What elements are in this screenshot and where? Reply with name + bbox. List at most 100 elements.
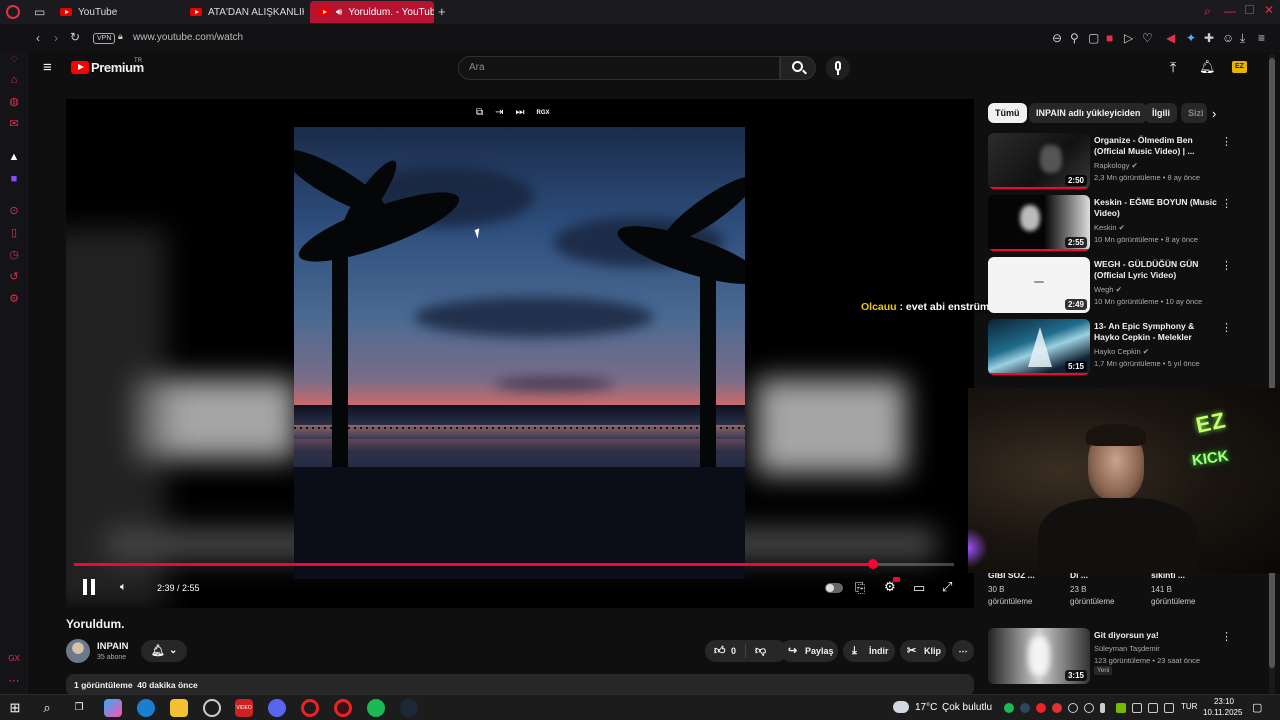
clock-icon[interactable]: ◷ — [7, 248, 21, 262]
avatar[interactable]: EZ — [1232, 61, 1247, 73]
search-button[interactable] — [780, 56, 816, 80]
subtitles-icon[interactable]: ⎘ — [855, 581, 865, 594]
opera-tray-icon[interactable] — [1036, 703, 1046, 713]
rec-channel[interactable]: Rapkology ✔︎ — [1094, 161, 1138, 170]
rec-title[interactable]: Git diyorsun ya! — [1094, 630, 1220, 641]
opera-icon[interactable] — [301, 699, 319, 717]
enter-icon[interactable]: ⇥ — [495, 107, 503, 118]
clock-date[interactable]: 10.11.2025 — [1203, 708, 1242, 717]
fullscreen-icon[interactable]: ⤢ — [942, 580, 952, 593]
pip-icon[interactable]: ⧉ — [476, 107, 483, 118]
video-thumbnail[interactable]: 3:15 — [988, 628, 1090, 684]
speaker-icon[interactable]: ◀ — [1166, 32, 1175, 44]
tab-youtube[interactable]: YouTube — [52, 1, 180, 23]
recommendation-item[interactable]: 2:49 WEGH - GÜLDÜĞÜN GÜN (Official Lyric… — [988, 257, 1278, 315]
rec-channel[interactable]: Hayko Cepkin ✔︎ — [1094, 347, 1149, 356]
aria-icon[interactable]: ◌ — [7, 52, 21, 66]
network-tray-icon[interactable] — [1068, 703, 1078, 713]
url-field[interactable]: www.youtube.com/watch — [133, 32, 243, 43]
search-input[interactable]: Ara — [458, 56, 780, 80]
discord-icon[interactable] — [268, 699, 286, 717]
chip-for-you[interactable]: Sizi — [1181, 103, 1207, 123]
pin-icon[interactable]: ⚲ — [1070, 32, 1079, 44]
file-explorer-icon[interactable] — [170, 699, 188, 717]
video-thumbnail[interactable]: 5:15 — [988, 319, 1090, 375]
back-icon[interactable]: ‹ — [36, 32, 40, 44]
tray-icon[interactable] — [1132, 703, 1142, 713]
rec-channel[interactable]: Wegh ✔︎ — [1094, 285, 1122, 294]
youtube-logo-icon[interactable] — [71, 61, 89, 74]
video-player[interactable]: ⧉ ⇥ ⏭︎ RGX 🔈︎ 2:39 / 2:55 ⎘ ⚙ ▭ ⤢ — [66, 99, 974, 608]
channel-avatar[interactable] — [66, 639, 90, 663]
more-options-icon[interactable]: ⋮ — [1221, 321, 1232, 334]
more-options-icon[interactable]: ⋮ — [1221, 630, 1232, 643]
short-item[interactable]: Di ... 23 B görüntüleme — [1070, 570, 1130, 606]
copilot-icon[interactable] — [104, 699, 122, 717]
rec-channel[interactable]: Süleyman Taşdemir — [1094, 644, 1160, 653]
video-thumbnail[interactable]: 2:49 — [988, 257, 1090, 313]
recommendation-item[interactable]: 3:15 Git diyorsun ya! Süleyman Taşdemir … — [988, 628, 1278, 686]
tab-switcher-icon[interactable]: ▭ — [34, 6, 45, 18]
download-button[interactable]: ⤓ İndir — [843, 640, 895, 662]
history-icon[interactable]: ⊙ — [7, 204, 21, 218]
autoplay-toggle[interactable] — [825, 583, 843, 593]
tray-icon[interactable] — [1164, 703, 1174, 713]
rec-title[interactable]: 13- An Epic Symphony & Hayko Cepkin - Me… — [1094, 321, 1220, 343]
task-view-icon[interactable]: ❐ — [70, 699, 88, 717]
lock-icon[interactable]: 🔒︎ — [118, 32, 123, 41]
snapshot-icon[interactable]: ▢ — [1088, 32, 1099, 44]
description-box[interactable]: 1 görüntüleme 40 dakika önce — [66, 674, 974, 694]
profile-icon[interactable]: ☺ — [1222, 32, 1234, 44]
short-item[interactable]: sıkıntı ... 141 B görüntüleme — [1151, 570, 1211, 606]
tray-icon[interactable] — [1148, 703, 1158, 713]
more-options-icon[interactable]: ⋮ — [1221, 197, 1232, 210]
clock-time[interactable]: 23:10 — [1212, 697, 1234, 706]
minimize-icon[interactable]: — — [1224, 5, 1236, 17]
tab-ata[interactable]: ATA'DAN ALIŞKANLIK | M — [182, 1, 304, 23]
search-tabs-icon[interactable]: ⌕ — [1204, 5, 1211, 17]
bookmark-icon[interactable]: ▯ — [7, 226, 21, 240]
notification-center-icon[interactable]: ▢ — [1252, 701, 1262, 714]
mail-icon[interactable]: ✉ — [7, 117, 21, 131]
weather-cloud-icon[interactable] — [893, 701, 909, 713]
microphone-tray-icon[interactable] — [1100, 703, 1105, 713]
opera-gx-icon[interactable] — [334, 699, 352, 717]
close-icon[interactable]: ✕ — [1264, 4, 1274, 16]
forward-icon[interactable]: › — [54, 32, 58, 44]
weather-temperature[interactable]: 17°C — [915, 702, 937, 713]
chip-uploader[interactable]: INPAIN adlı yükleyiciden — [1029, 103, 1148, 123]
reload-icon[interactable]: ↻ — [70, 31, 80, 43]
more-options-icon[interactable]: ⋮ — [1221, 259, 1232, 272]
speaker-icon[interactable]: 🔊︎ — [336, 7, 342, 18]
recommendation-item[interactable]: 2:50 Organize - Ölmedim Ben (Official Mu… — [988, 133, 1278, 191]
more-options-icon[interactable]: ⋮ — [1221, 135, 1232, 148]
recommendation-item[interactable]: 5:15 13- An Epic Symphony & Hayko Cepkin… — [988, 319, 1278, 377]
steam-icon[interactable] — [400, 699, 418, 717]
next-track-icon[interactable]: ⏭︎ — [516, 107, 525, 118]
progress-bar[interactable] — [74, 559, 954, 569]
rec-title[interactable]: Keskin - EĞME BOYUN (Music Video) — [1094, 197, 1220, 219]
maximize-icon[interactable]: ☐ — [1244, 4, 1255, 16]
player-icon[interactable]: ▷ — [1124, 32, 1133, 44]
video-thumbnail[interactable]: 2:55 — [988, 195, 1090, 251]
short-item[interactable]: GIBI SÖZ ... 30 B görüntüleme — [988, 570, 1048, 606]
like-button[interactable]: 👍︎ — [714, 640, 726, 662]
messenger-icon[interactable]: ◍ — [7, 95, 21, 109]
bag-icon[interactable]: ⌂ — [7, 73, 21, 87]
extension-icon[interactable]: ✦ — [1186, 32, 1196, 44]
heart-icon[interactable]: ♡ — [1142, 32, 1153, 44]
menu-icon[interactable]: ≡ — [1258, 32, 1265, 44]
channel-name[interactable]: INPAIN — [97, 641, 129, 652]
new-tab-icon[interactable]: + — [438, 5, 446, 18]
puzzle-icon[interactable]: ✚ — [1204, 32, 1214, 44]
weather-description[interactable]: Çok bulutlu — [942, 702, 992, 713]
aria-ai-icon[interactable]: ▲ — [7, 150, 21, 164]
input-language[interactable]: TUR — [1181, 702, 1197, 711]
tray-icon[interactable] — [1084, 703, 1094, 713]
edge-icon[interactable] — [137, 699, 155, 717]
chip-related[interactable]: İlgili — [1145, 103, 1177, 123]
upload-icon[interactable]: ⤒ — [1170, 60, 1176, 74]
search-icon[interactable]: ⌕ — [38, 699, 56, 717]
clock-app-icon[interactable] — [203, 699, 221, 717]
subscription-bell-button[interactable]: 🔔︎ ⌄ — [141, 640, 187, 662]
